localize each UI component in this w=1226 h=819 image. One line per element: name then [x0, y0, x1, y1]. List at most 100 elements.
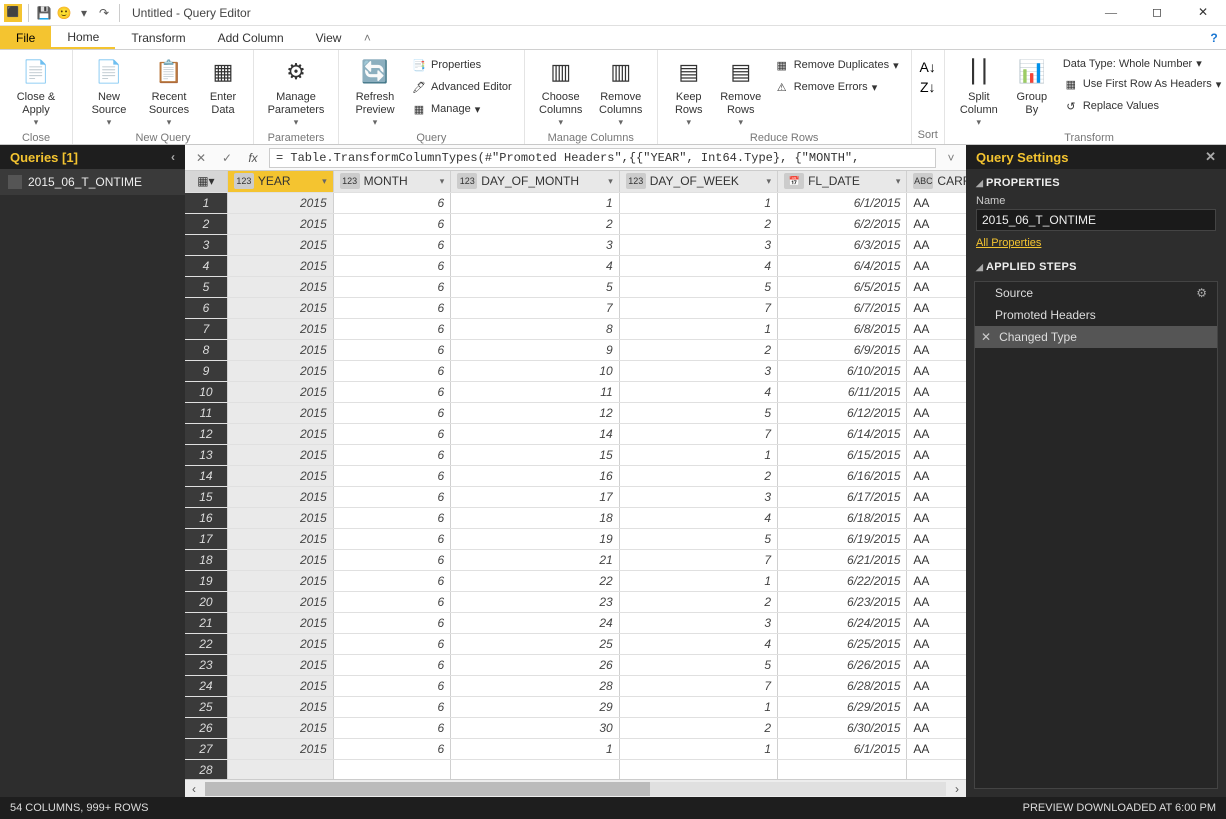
table-row[interactable]: 18201562176/21/2015AA — [185, 549, 966, 570]
cell[interactable]: 2 — [619, 213, 777, 234]
cell[interactable]: 6/19/2015 — [778, 528, 907, 549]
cell[interactable]: AA — [907, 192, 966, 213]
cell[interactable]: AA — [907, 318, 966, 339]
delete-step-icon[interactable]: ✕ — [981, 330, 991, 344]
cell[interactable]: 2 — [619, 717, 777, 738]
table-row[interactable]: 120156116/1/2015AA — [185, 192, 966, 213]
cell[interactable]: 4 — [619, 255, 777, 276]
cell[interactable]: 2015 — [227, 675, 333, 696]
table-row[interactable]: 420156446/4/2015AA — [185, 255, 966, 276]
manage-parameters-button[interactable]: ⚙ Manage Parameters▾ — [260, 53, 332, 130]
close-and-apply-button[interactable]: 📄 Close & Apply ▾ — [6, 53, 66, 130]
cell[interactable]: 7 — [451, 297, 620, 318]
filter-dropdown-icon[interactable]: ▾ — [896, 176, 901, 187]
table-row[interactable]: 520156556/5/2015AA — [185, 276, 966, 297]
cell[interactable]: 25 — [451, 633, 620, 654]
row-number[interactable]: 2 — [185, 213, 227, 234]
cell[interactable]: 17 — [451, 486, 620, 507]
cell[interactable]: 5 — [619, 654, 777, 675]
cell[interactable]: 6/11/2015 — [778, 381, 907, 402]
cell[interactable]: 5 — [619, 402, 777, 423]
remove-errors-button[interactable]: ⚠Remove Errors ▾ — [772, 77, 901, 97]
cell[interactable]: 6 — [333, 507, 451, 528]
properties-section-title[interactable]: PROPERTIES — [976, 177, 1216, 189]
cell[interactable]: 6 — [333, 234, 451, 255]
cell[interactable]: 6 — [333, 633, 451, 654]
cell[interactable]: AA — [907, 297, 966, 318]
table-row[interactable]: 14201561626/16/2015AA — [185, 465, 966, 486]
enter-data-button[interactable]: ▦ Enter Data — [199, 53, 247, 119]
cell[interactable]: 23 — [451, 591, 620, 612]
cell[interactable]: 9 — [451, 339, 620, 360]
cell[interactable]: 6/1/2015 — [778, 738, 907, 759]
cell[interactable]: 3 — [619, 486, 777, 507]
column-header-fl_date[interactable]: 📅FL_DATE▾ — [778, 171, 907, 192]
cell[interactable] — [907, 759, 966, 779]
filter-dropdown-icon[interactable]: ▾ — [440, 176, 445, 187]
cell[interactable]: 6 — [333, 318, 451, 339]
cell[interactable]: 6 — [333, 528, 451, 549]
horizontal-scrollbar[interactable]: ‹ › — [185, 779, 966, 797]
cell[interactable]: AA — [907, 276, 966, 297]
applied-steps-title[interactable]: APPLIED STEPS — [976, 261, 1216, 273]
cell[interactable]: 2015 — [227, 717, 333, 738]
cell[interactable]: AA — [907, 255, 966, 276]
cell[interactable]: 2015 — [227, 381, 333, 402]
cell[interactable]: 2015 — [227, 213, 333, 234]
table-row[interactable]: 28 — [185, 759, 966, 779]
cell[interactable]: 12 — [451, 402, 620, 423]
cell[interactable]: AA — [907, 654, 966, 675]
cell[interactable]: AA — [907, 423, 966, 444]
cell[interactable]: 6 — [333, 654, 451, 675]
data-grid[interactable]: ▦▾123YEAR▾123MONTH▾123DAY_OF_MONTH▾123DA… — [185, 171, 966, 779]
sort-asc-button[interactable]: A↓ — [920, 59, 936, 75]
cell[interactable]: 2015 — [227, 570, 333, 591]
row-number[interactable]: 10 — [185, 381, 227, 402]
table-row[interactable]: 15201561736/17/2015AA — [185, 486, 966, 507]
row-number[interactable]: 11 — [185, 402, 227, 423]
row-number[interactable]: 3 — [185, 234, 227, 255]
cell[interactable]: 3 — [619, 234, 777, 255]
cell[interactable]: 5 — [619, 528, 777, 549]
ribbon-collapse-icon[interactable]: ˄ — [357, 26, 377, 49]
row-number[interactable]: 23 — [185, 654, 227, 675]
cell[interactable]: 2015 — [227, 192, 333, 213]
row-number[interactable]: 18 — [185, 549, 227, 570]
close-settings-button[interactable]: ✕ — [1205, 149, 1216, 165]
cell[interactable]: 18 — [451, 507, 620, 528]
applied-step[interactable]: Promoted Headers — [975, 304, 1217, 326]
split-column-button[interactable]: ⎮⎮ Split Column▾ — [951, 53, 1007, 130]
cell[interactable]: 6/18/2015 — [778, 507, 907, 528]
row-number[interactable]: 16 — [185, 507, 227, 528]
cell[interactable]: 6 — [333, 549, 451, 570]
cell[interactable]: 30 — [451, 717, 620, 738]
cell[interactable]: 11 — [451, 381, 620, 402]
remove-rows-button[interactable]: ▤ Remove Rows▾ — [714, 53, 768, 130]
cell[interactable]: 1 — [619, 570, 777, 591]
cell[interactable]: 6 — [333, 192, 451, 213]
cell[interactable]: AA — [907, 528, 966, 549]
scroll-right-button[interactable]: › — [948, 782, 966, 796]
cell[interactable]: 2 — [619, 465, 777, 486]
expand-formula-icon[interactable]: ˅ — [942, 151, 960, 165]
filter-dropdown-icon[interactable]: ▾ — [608, 176, 613, 187]
cell[interactable]: 5 — [451, 276, 620, 297]
cell[interactable]: AA — [907, 213, 966, 234]
row-number[interactable]: 28 — [185, 759, 227, 779]
qat-redo-icon[interactable]: ↷ — [95, 4, 113, 22]
cell[interactable]: 6 — [333, 738, 451, 759]
cell[interactable]: 2015 — [227, 591, 333, 612]
cell[interactable]: 21 — [451, 549, 620, 570]
cell[interactable]: 28 — [451, 675, 620, 696]
row-number[interactable]: 24 — [185, 675, 227, 696]
table-row[interactable]: 16201561846/18/2015AA — [185, 507, 966, 528]
column-header-month[interactable]: 123MONTH▾ — [333, 171, 451, 192]
cell[interactable]: 6 — [333, 486, 451, 507]
cell[interactable]: 4 — [619, 381, 777, 402]
cell[interactable]: 2015 — [227, 234, 333, 255]
cell[interactable]: 4 — [619, 633, 777, 654]
cell[interactable]: 2015 — [227, 738, 333, 759]
minimize-button[interactable]: — — [1088, 0, 1134, 26]
chevron-left-icon[interactable]: ‹ — [171, 150, 175, 164]
help-icon[interactable]: ? — [1202, 26, 1226, 49]
